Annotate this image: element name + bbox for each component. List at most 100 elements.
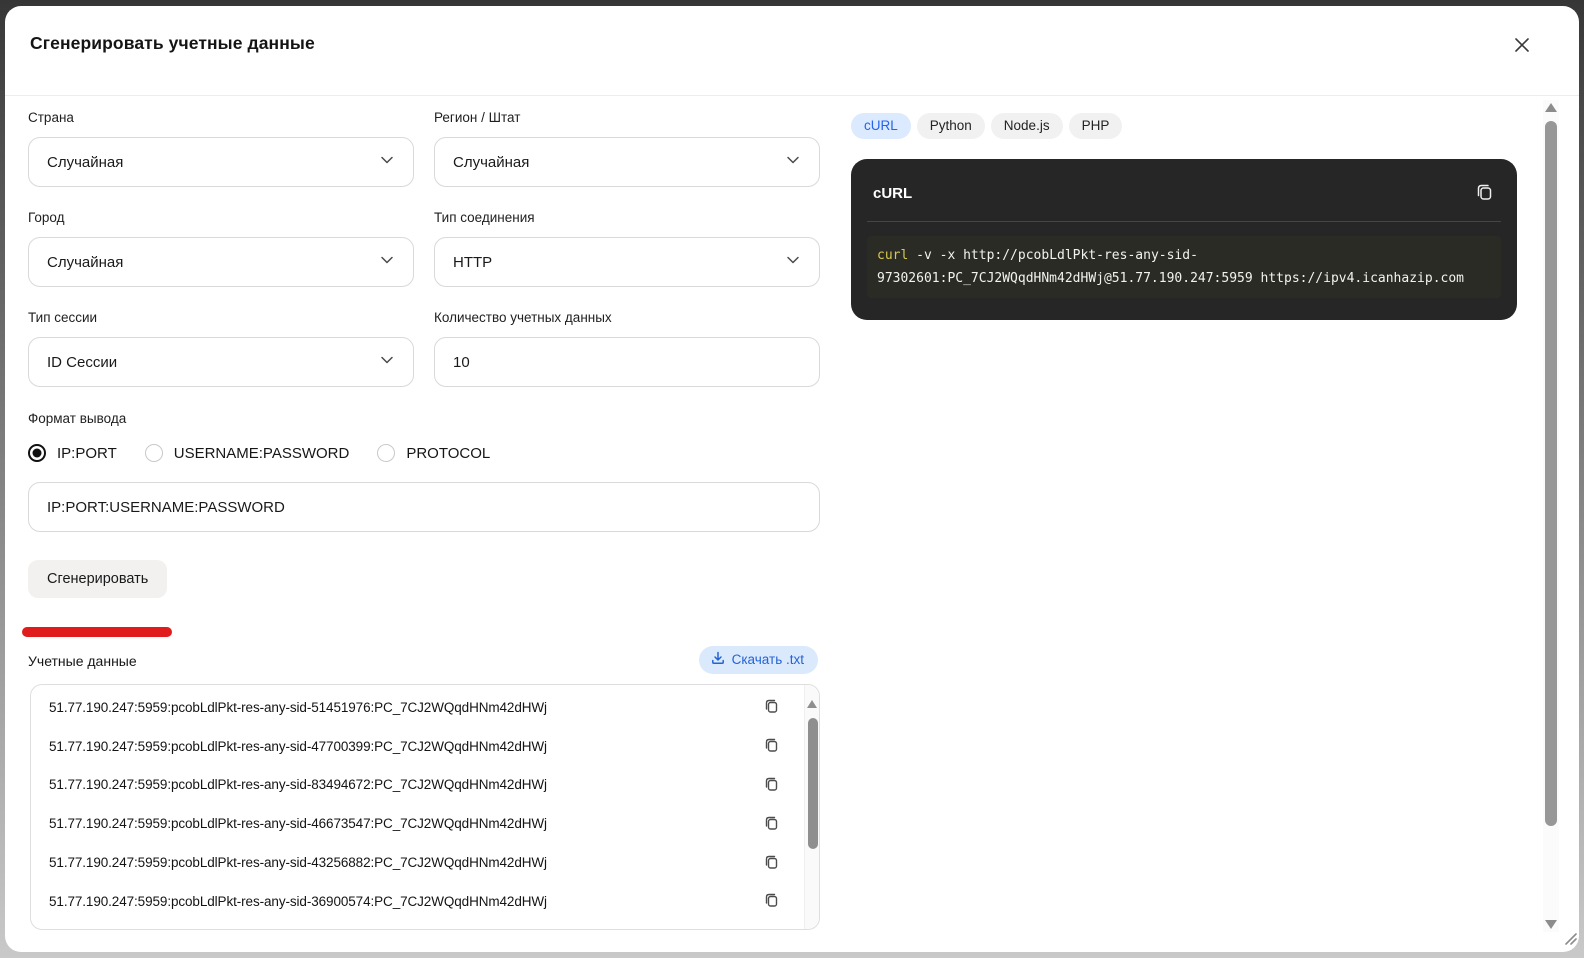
code-divider xyxy=(867,221,1501,222)
credential-row: 51.77.190.247:5959:pcobLdlPkt-res-any-si… xyxy=(31,727,804,766)
tab-php[interactable]: PHP xyxy=(1069,113,1123,139)
tab-curl[interactable]: cURL xyxy=(851,113,911,139)
field-label: Количество учетных данных xyxy=(434,310,820,325)
credential-text: 51.77.190.247:5959:pcobLdlPkt-res-any-si… xyxy=(49,855,761,870)
generate-button[interactable]: Сгенерировать xyxy=(28,560,167,598)
field-country: Страна Случайная xyxy=(28,110,414,187)
radio-icon xyxy=(377,444,395,462)
credential-row: 51.77.190.247:5959:pcobLdlPkt-res-any-si… xyxy=(31,882,804,921)
credential-row: 51.77.190.247:5959:pcobLdlPkt-res-any-si… xyxy=(31,688,804,727)
code-block: cURL curl -v -x http://pcobLdlPkt-res-an… xyxy=(851,159,1517,320)
session-type-select[interactable]: ID Сессии xyxy=(28,337,414,387)
code-block-header: cURL xyxy=(851,159,1517,221)
header-divider xyxy=(5,95,1579,96)
resize-grip-icon[interactable] xyxy=(1561,929,1577,950)
copy-code-button[interactable] xyxy=(1474,181,1495,205)
radio-ip-port[interactable]: IP:PORT xyxy=(28,444,117,462)
close-button[interactable] xyxy=(1510,34,1534,58)
code-arguments: -v -x http://pcobLdlPkt-res-any-sid-9730… xyxy=(877,248,1464,286)
download-txt-button[interactable]: Скачать .txt xyxy=(699,646,818,674)
select-value: ID Сессии xyxy=(47,354,117,371)
modal-title: Сгенерировать учетные данные xyxy=(30,33,315,54)
copy-credential-button[interactable] xyxy=(761,695,782,719)
copy-credential-button[interactable] xyxy=(761,812,782,836)
radio-icon xyxy=(145,444,163,462)
credential-text: 51.77.190.247:5959:pcobLdlPkt-res-any-si… xyxy=(49,816,761,831)
field-label: Город xyxy=(28,210,414,225)
output-format-section: Формат вывода IP:PORT USERNAME:PASSWORD … xyxy=(28,411,820,532)
copy-icon xyxy=(1474,181,1495,205)
chevron-down-icon xyxy=(785,152,801,172)
city-select[interactable]: Случайная xyxy=(28,237,414,287)
credentials-header: Учетные данные Скачать .txt xyxy=(28,646,820,674)
credentials-list-box: 51.77.190.247:5959:pcobLdlPkt-res-any-si… xyxy=(30,684,820,930)
credential-row: 51.77.190.247:5959:pcobLdlPkt-res-any-si… xyxy=(31,843,804,882)
credentials-form: Страна Случайная Регион / Штат Случайная… xyxy=(28,110,820,598)
tab-nodejs[interactable]: Node.js xyxy=(991,113,1063,139)
format-template-input[interactable] xyxy=(28,482,820,532)
tab-python[interactable]: Python xyxy=(917,113,985,139)
generate-credentials-modal: Сгенерировать учетные данные Страна Случ… xyxy=(5,6,1579,952)
scroll-up-arrow-icon[interactable] xyxy=(1545,103,1557,112)
credential-row: 51.77.190.247:5959:pcobLdlPkt-res-any-si… xyxy=(31,804,804,843)
radio-icon xyxy=(28,444,46,462)
radio-label: PROTOCOL xyxy=(406,445,490,462)
credential-text: 51.77.190.247:5959:pcobLdlPkt-res-any-si… xyxy=(49,777,761,792)
field-connection-type: Тип соединения HTTP xyxy=(434,210,820,287)
field-city: Город Случайная xyxy=(28,210,414,287)
chevron-down-icon xyxy=(379,152,395,172)
scroll-down-arrow-icon[interactable] xyxy=(1545,920,1557,929)
radio-protocol[interactable]: PROTOCOL xyxy=(377,444,490,462)
copy-icon xyxy=(763,814,780,834)
copy-credential-button[interactable] xyxy=(761,851,782,875)
close-icon xyxy=(1512,35,1532,58)
field-label: Регион / Штат xyxy=(434,110,820,125)
field-session-type: Тип сессии ID Сессии xyxy=(28,310,414,387)
scroll-up-arrow-icon[interactable] xyxy=(807,700,817,708)
credentials-title: Учетные данные xyxy=(28,653,137,669)
credentials-list: 51.77.190.247:5959:pcobLdlPkt-res-any-si… xyxy=(31,688,804,921)
code-command: curl xyxy=(877,248,908,263)
download-icon xyxy=(711,651,725,668)
copy-icon xyxy=(763,891,780,911)
credentials-scrollbar[interactable] xyxy=(804,685,819,929)
scrollbar-thumb[interactable] xyxy=(808,718,818,849)
chevron-down-icon xyxy=(379,352,395,372)
code-panel: cURL Python Node.js PHP cURL curl -v -x … xyxy=(851,113,1523,320)
chevron-down-icon xyxy=(785,252,801,272)
copy-icon xyxy=(763,775,780,795)
field-credentials-count: Количество учетных данных xyxy=(434,310,820,387)
code-content: curl -v -x http://pcobLdlPkt-res-any-sid… xyxy=(867,236,1501,298)
scrollbar-thumb[interactable] xyxy=(1545,121,1557,826)
copy-icon xyxy=(763,697,780,717)
field-label: Страна xyxy=(28,110,414,125)
select-value: HTTP xyxy=(453,254,492,271)
copy-icon xyxy=(763,736,780,756)
copy-icon xyxy=(763,853,780,873)
copy-credential-button[interactable] xyxy=(761,889,782,913)
credential-text: 51.77.190.247:5959:pcobLdlPkt-res-any-si… xyxy=(49,700,761,715)
modal-scrollbar[interactable] xyxy=(1543,100,1559,932)
output-format-radios: IP:PORT USERNAME:PASSWORD PROTOCOL xyxy=(28,444,820,462)
copy-credential-button[interactable] xyxy=(761,734,782,758)
radio-label: USERNAME:PASSWORD xyxy=(174,445,350,462)
code-block-title: cURL xyxy=(873,185,912,202)
credentials-count-input[interactable] xyxy=(434,337,820,387)
language-tabs: cURL Python Node.js PHP xyxy=(851,113,1523,139)
select-value: Случайная xyxy=(47,154,123,171)
region-select[interactable]: Случайная xyxy=(434,137,820,187)
connection-type-select[interactable]: HTTP xyxy=(434,237,820,287)
credential-text: 51.77.190.247:5959:pcobLdlPkt-res-any-si… xyxy=(49,894,761,909)
country-select[interactable]: Случайная xyxy=(28,137,414,187)
radio-username-password[interactable]: USERNAME:PASSWORD xyxy=(145,444,350,462)
credential-row: 51.77.190.247:5959:pcobLdlPkt-res-any-si… xyxy=(31,766,804,805)
credential-text: 51.77.190.247:5959:pcobLdlPkt-res-any-si… xyxy=(49,739,761,754)
field-label: Тип соединения xyxy=(434,210,820,225)
chevron-down-icon xyxy=(379,252,395,272)
select-value: Случайная xyxy=(47,254,123,271)
modal-header: Сгенерировать учетные данные xyxy=(5,6,1579,95)
copy-credential-button[interactable] xyxy=(761,773,782,797)
field-label: Тип сессии xyxy=(28,310,414,325)
output-format-label: Формат вывода xyxy=(28,411,820,426)
red-underline-annotation xyxy=(22,627,172,637)
